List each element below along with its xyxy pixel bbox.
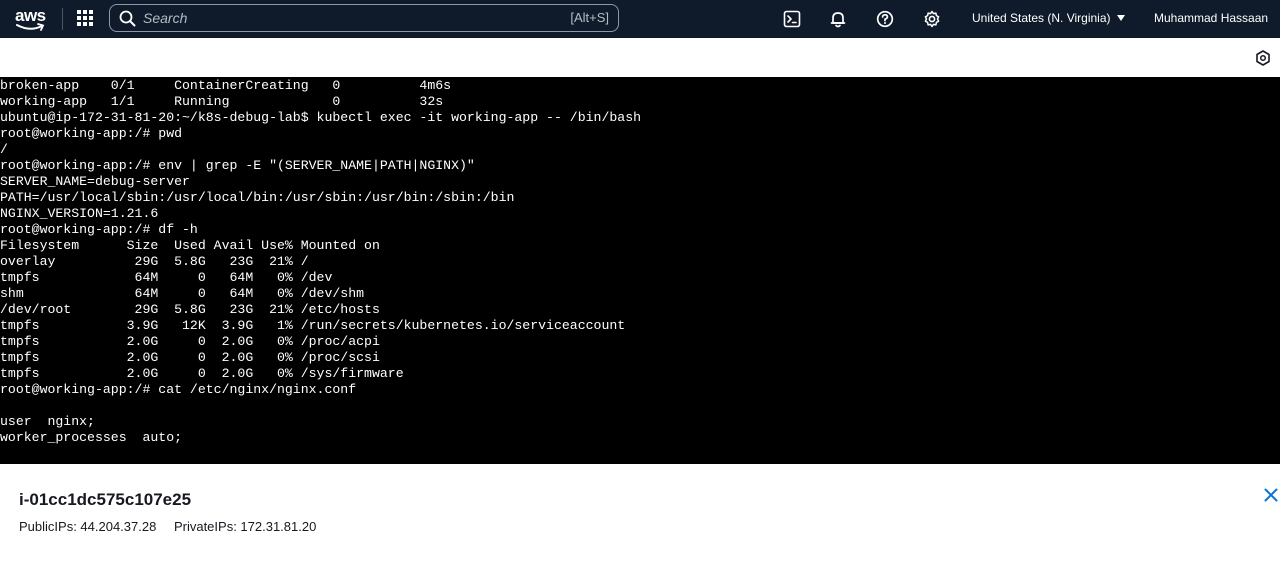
terminal-line: NGINX_VERSION=1.21.6 — [0, 206, 159, 221]
gear-icon[interactable] — [921, 8, 943, 30]
terminal-line: /dev/root 29G 5.8G 23G 21% /etc/hosts — [0, 302, 380, 317]
close-icon[interactable] — [1264, 488, 1278, 502]
terminal-line: PATH=/usr/local/sbin:/usr/local/bin:/usr… — [0, 190, 515, 205]
user-menu[interactable]: Muhammad Hassaan — [1154, 11, 1268, 25]
terminal-line: tmpfs 3.9G 12K 3.9G 1% /run/secrets/kube… — [0, 318, 626, 333]
nav-divider — [62, 8, 63, 30]
terminal-line: root@working-app:/# env | grep -E "(SERV… — [0, 158, 475, 173]
region-selector[interactable]: United States (N. Virginia) — [972, 11, 1125, 25]
terminal-line: overlay 29G 5.8G 23G 21% / — [0, 254, 309, 269]
session-toolbar — [0, 38, 1280, 77]
search-shortcut-hint: [Alt+S] — [570, 10, 609, 25]
search-box[interactable]: [Alt+S] — [109, 4, 619, 32]
bell-icon[interactable] — [827, 8, 849, 30]
terminal-line: tmpfs 2.0G 0 2.0G 0% /proc/scsi — [0, 350, 380, 365]
instance-ips: PublicIPs: 44.204.37.28 PrivateIPs: 172.… — [19, 519, 330, 534]
aws-smile-icon — [16, 23, 45, 31]
cloudshell-icon[interactable] — [781, 8, 803, 30]
terminal-line: SERVER_NAME=debug-server — [0, 174, 190, 189]
terminal-line: ubuntu@ip-172-31-81-20:~/k8s-debug-lab$ … — [0, 110, 642, 125]
terminal-line: Filesystem Size Used Avail Use% Mounted … — [0, 238, 380, 253]
chevron-down-icon — [1116, 15, 1125, 21]
terminal-output[interactable]: broken-app 0/1 ContainerCreating 0 4m6s w… — [0, 77, 1280, 464]
help-icon[interactable] — [874, 8, 896, 30]
terminal-line: shm 64M 0 64M 0% /dev/shm — [0, 286, 365, 301]
terminal-line: tmpfs 2.0G 0 2.0G 0% /proc/acpi — [0, 334, 380, 349]
user-name: Muhammad Hassaan — [1154, 11, 1269, 25]
aws-logo[interactable]: aws — [14, 6, 48, 32]
region-label: United States (N. Virginia) — [972, 11, 1111, 25]
terminal-line: working-app 1/1 Running 0 32s — [0, 94, 444, 109]
terminal-line: tmpfs 64M 0 64M 0% /dev — [0, 270, 333, 285]
instance-info-panel — [0, 464, 1280, 570]
terminal-line: broken-app 0/1 ContainerCreating 0 4m6s — [0, 78, 452, 93]
top-navigation-bar: aws [Alt+S] — [0, 0, 1280, 38]
services-grid-icon[interactable] — [76, 9, 96, 29]
search-input[interactable] — [143, 9, 543, 27]
search-icon — [119, 10, 136, 27]
terminal-line: root@working-app:/# df -h — [0, 222, 198, 237]
private-ips: PrivateIPs: 172.31.81.20 — [173, 519, 317, 534]
terminal-line: worker_processes auto; — [0, 430, 183, 445]
terminal-line: / — [0, 142, 8, 157]
public-ips: PublicIPs: 44.204.37.28 — [19, 519, 157, 534]
session-settings-icon[interactable] — [1255, 50, 1271, 66]
terminal-line: tmpfs 2.0G 0 2.0G 0% /sys/firmware — [0, 366, 404, 381]
terminal-line: root@working-app:/# cat /etc/nginx/nginx… — [0, 382, 357, 397]
instance-id: i-01cc1dc575c107e25 — [19, 490, 192, 509]
terminal-line: root@working-app:/# pwd — [0, 126, 183, 141]
terminal-line: user nginx; — [0, 414, 95, 429]
